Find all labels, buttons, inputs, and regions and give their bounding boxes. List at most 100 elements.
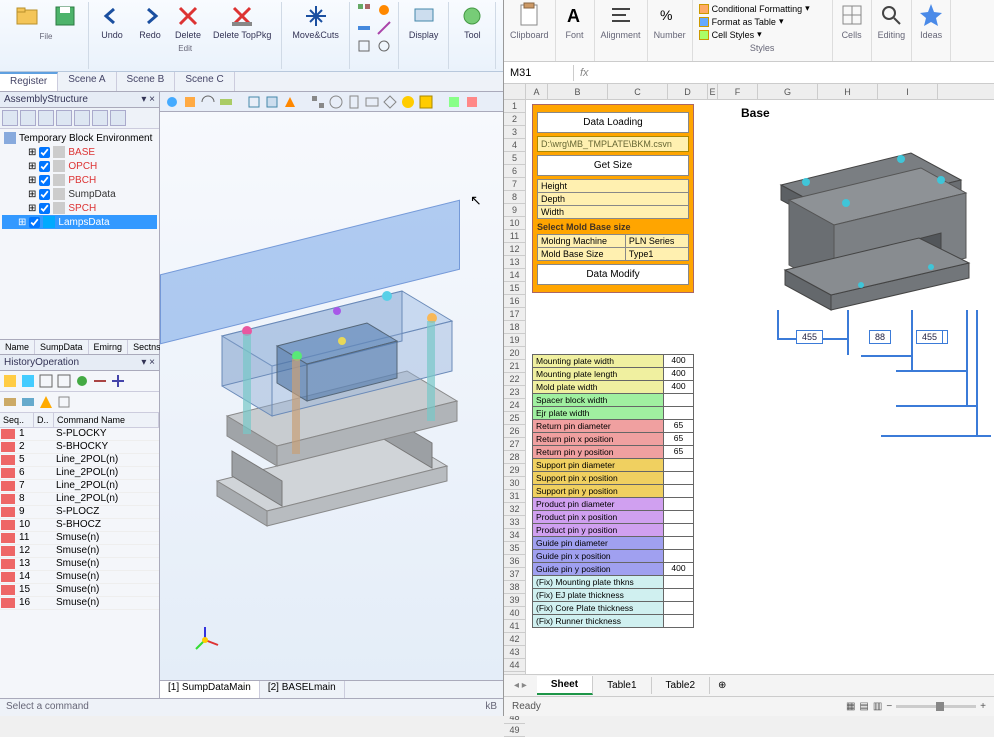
param-row[interactable]: Product pin y position	[532, 523, 694, 537]
view-tool-icon[interactable]	[400, 94, 416, 110]
row-header[interactable]: 3	[504, 126, 525, 139]
tool-icon[interactable]	[376, 38, 392, 54]
row-header[interactable]: 9	[504, 204, 525, 217]
param-row[interactable]: Support pin x position	[532, 471, 694, 485]
open-button[interactable]	[10, 2, 44, 30]
row-header[interactable]: 16	[504, 295, 525, 308]
tab-scene-a[interactable]: Scene A	[58, 72, 116, 91]
tab-register[interactable]: Register	[0, 72, 58, 91]
tree-root[interactable]: Temporary Block Environment	[2, 131, 157, 145]
history-row[interactable]: 13Smuse(n)	[0, 558, 159, 571]
tree-item[interactable]: ⊞SPCH	[2, 201, 157, 215]
param-row[interactable]: (Fix) Core Plate thickness	[532, 601, 694, 615]
row-header[interactable]: 36	[504, 555, 525, 568]
tool-icon[interactable]	[376, 2, 392, 18]
col-header[interactable]: I	[878, 84, 938, 99]
tool-icon[interactable]	[38, 110, 54, 126]
tab-name[interactable]: Name	[0, 340, 35, 354]
delete-topo-button[interactable]: Delete TopPkg	[209, 2, 275, 42]
tool-icon[interactable]	[376, 20, 392, 36]
paste-icon[interactable]	[516, 2, 542, 28]
cell-styles-button[interactable]: Cell Styles ▾	[699, 28, 762, 41]
history-row[interactable]: 2S-BHOCKY	[0, 441, 159, 454]
row-header[interactable]: 27	[504, 438, 525, 451]
tool-button[interactable]: Tool	[455, 2, 489, 42]
row-header[interactable]: 18	[504, 321, 525, 334]
row-header[interactable]: 26	[504, 425, 525, 438]
tool-icon[interactable]	[92, 110, 108, 126]
col-header[interactable]: H	[818, 84, 878, 99]
col-header[interactable]: B	[548, 84, 608, 99]
view-tab-1[interactable]: [1] SumpDataMain	[160, 681, 260, 698]
tool-icon[interactable]	[92, 373, 108, 389]
view-tool-icon[interactable]	[382, 94, 398, 110]
font-icon[interactable]: A	[562, 2, 588, 28]
row-header[interactable]: 7	[504, 178, 525, 191]
tab-sumpdata[interactable]: SumpData	[35, 340, 89, 354]
undo-button[interactable]: Undo	[95, 2, 129, 42]
tool-icon[interactable]	[56, 394, 72, 410]
row-header[interactable]: 30	[504, 477, 525, 490]
name-box[interactable]: M31	[504, 65, 574, 81]
col-header[interactable]: E	[708, 84, 718, 99]
param-row[interactable]: Mounting plate length400	[532, 367, 694, 381]
row-header[interactable]: 11	[504, 230, 525, 243]
view-tool-icon[interactable]	[346, 94, 362, 110]
align-icon[interactable]	[608, 2, 634, 28]
zoom-control[interactable]: ▦ ▤ ▥ −+	[846, 701, 986, 712]
view-mode-icon[interactable]: ▥	[873, 701, 882, 712]
view-triad[interactable]	[190, 625, 220, 655]
view-tool-icon[interactable]	[182, 94, 198, 110]
row-header[interactable]: 15	[504, 282, 525, 295]
row-header[interactable]: 34	[504, 529, 525, 542]
row-header[interactable]: 28	[504, 451, 525, 464]
history-row[interactable]: 7Line_2POL(n)	[0, 480, 159, 493]
redo-button[interactable]: Redo	[133, 2, 167, 42]
editing-icon[interactable]	[878, 2, 904, 28]
col-header[interactable]: A	[526, 84, 548, 99]
tool-icon[interactable]	[38, 373, 54, 389]
row-header[interactable]: 17	[504, 308, 525, 321]
param-row[interactable]: (Fix) Runner thickness	[532, 614, 694, 628]
depth-field[interactable]: Depth	[538, 193, 689, 206]
view-tool-icon[interactable]	[200, 94, 216, 110]
tool-icon[interactable]	[356, 2, 372, 18]
tool-icon[interactable]	[74, 373, 90, 389]
tab-emirng[interactable]: Emirng	[89, 340, 129, 354]
col-header[interactable]: C	[608, 84, 668, 99]
history-row[interactable]: 16Smuse(n)	[0, 597, 159, 610]
tree-item[interactable]: ⊞LampsData	[2, 215, 157, 229]
history-row[interactable]: 5Line_2POL(n)	[0, 454, 159, 467]
row-header[interactable]: 12	[504, 243, 525, 256]
col-headers[interactable]: ABCDEFGHI	[526, 84, 994, 100]
template-path-field[interactable]: D:\wrg\MB_TMPLATE\BKM.csvn	[537, 136, 689, 152]
view-mode-icon[interactable]: ▦	[846, 701, 855, 712]
view-tool-icon[interactable]	[264, 94, 280, 110]
row-header[interactable]: 10	[504, 217, 525, 230]
row-header[interactable]: 49	[504, 724, 525, 737]
row-header[interactable]: 20	[504, 347, 525, 360]
view-tool-icon[interactable]	[282, 94, 298, 110]
history-row[interactable]: 14Smuse(n)	[0, 571, 159, 584]
param-row[interactable]: Guide pin x position	[532, 549, 694, 563]
tab-nav-icon[interactable]: ◂ ▸	[504, 680, 537, 691]
row-header[interactable]: 37	[504, 568, 525, 581]
tree-item[interactable]: ⊞BASE	[2, 145, 157, 159]
tool-icon[interactable]	[20, 110, 36, 126]
param-row[interactable]: Return pin diameter65	[532, 419, 694, 433]
tab-scene-b[interactable]: Scene B	[117, 72, 176, 91]
row-header[interactable]: 43	[504, 646, 525, 659]
row-header[interactable]: 33	[504, 516, 525, 529]
tool-icon[interactable]	[74, 110, 90, 126]
row-header[interactable]: 21	[504, 360, 525, 373]
history-row[interactable]: 9S-PLOCZ	[0, 506, 159, 519]
history-row[interactable]: 11Smuse(n)	[0, 532, 159, 545]
tool-icon[interactable]	[56, 373, 72, 389]
history-row[interactable]: 1S-PLOCKY	[0, 428, 159, 441]
view-tool-icon[interactable]	[218, 94, 234, 110]
row-header[interactable]: 5	[504, 152, 525, 165]
tool-icon[interactable]	[110, 373, 126, 389]
format-as-table-button[interactable]: Format as Table ▾	[699, 15, 784, 28]
param-row[interactable]: Mold plate width400	[532, 380, 694, 394]
param-row[interactable]: (Fix) EJ plate thickness	[532, 588, 694, 602]
